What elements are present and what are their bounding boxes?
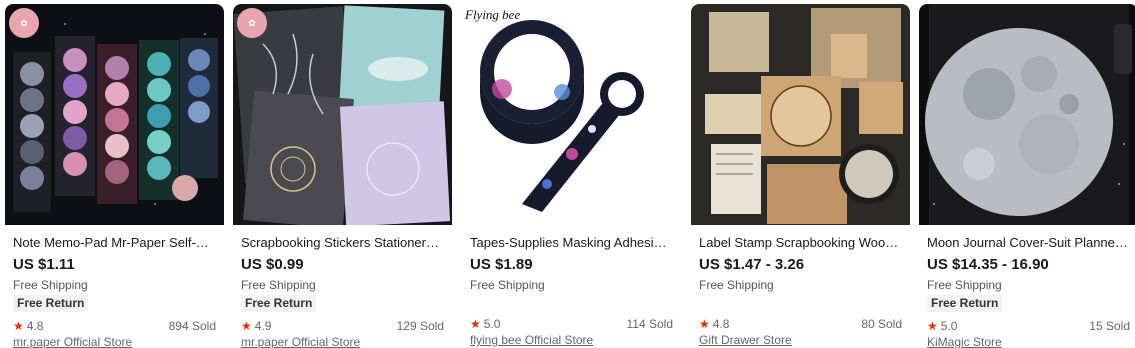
product-card[interactable]: Flying bee Tapes-Supplies Masking Adhesi… bbox=[462, 4, 681, 348]
shipping-info: Free Shipping bbox=[241, 278, 316, 292]
sold-count: 15 Sold bbox=[1089, 319, 1130, 333]
shipping-info: Free Shipping bbox=[927, 278, 1002, 292]
product-image[interactable]: ✿ bbox=[5, 4, 224, 225]
free-return-badge: Free Return bbox=[13, 295, 89, 312]
product-image[interactable]: ✿ bbox=[233, 4, 452, 225]
sold-count: 80 Sold bbox=[861, 317, 902, 331]
store-link[interactable]: mr.paper Official Store bbox=[13, 335, 216, 348]
store-badge-icon: ✿ bbox=[237, 8, 267, 38]
store-link[interactable]: flying bee Official Store bbox=[470, 333, 673, 347]
rating-value: 5.0 bbox=[940, 319, 958, 333]
shipping-info: Free Shipping bbox=[470, 278, 545, 292]
rating-value: 4.8 bbox=[712, 317, 730, 331]
rating-value: 4.8 bbox=[26, 319, 44, 333]
product-price: US $1.89 bbox=[470, 256, 533, 273]
rating: ★ 5.0 bbox=[470, 317, 500, 331]
shipping-info: Free Shipping bbox=[13, 278, 88, 292]
store-badge-icon: ✿ bbox=[9, 8, 39, 38]
rating: ★ 4.8 bbox=[699, 317, 729, 331]
product-card[interactable]: ✿ Note Memo-Pad Mr-Paper Self-Sticky Not… bbox=[5, 4, 224, 348]
product-card[interactable]: Label Stamp Scrapbooking Wooden... US $1… bbox=[691, 4, 910, 348]
product-title[interactable]: Note Memo-Pad Mr-Paper Self-Sticky Notes… bbox=[13, 235, 216, 251]
product-meta: ★ 5.0 114 Sold bbox=[470, 317, 673, 331]
product-title[interactable]: Label Stamp Scrapbooking Wooden... bbox=[699, 235, 902, 251]
rating: ★ 4.9 bbox=[241, 319, 271, 333]
star-icon: ★ bbox=[13, 319, 24, 333]
product-card[interactable]: Moon Journal Cover-Suit Planner-S... US … bbox=[919, 4, 1135, 348]
product-image[interactable]: Flying bee bbox=[462, 4, 681, 225]
rating-value: 4.9 bbox=[254, 319, 272, 333]
sold-count: 114 Sold bbox=[626, 317, 673, 331]
product-title[interactable]: Scrapbooking Stickers Stationery ... bbox=[241, 235, 444, 251]
product-image[interactable] bbox=[919, 4, 1135, 225]
product-title[interactable]: Moon Journal Cover-Suit Planner-S... bbox=[927, 235, 1130, 251]
star-icon: ★ bbox=[241, 319, 252, 333]
product-meta: ★ 4.8 80 Sold bbox=[699, 317, 902, 331]
product-row: ✿ Note Memo-Pad Mr-Paper Self-Sticky Not… bbox=[0, 0, 1135, 348]
product-price: US $1.11 bbox=[13, 256, 75, 273]
rating: ★ 4.8 bbox=[13, 319, 43, 333]
product-meta: ★ 5.0 15 Sold bbox=[927, 319, 1130, 333]
product-meta: ★ 4.9 129 Sold bbox=[241, 319, 444, 333]
free-return-badge: Free Return bbox=[927, 295, 1003, 312]
product-card[interactable]: ✿ Scrapbooking Stickers Stationery ... U… bbox=[233, 4, 452, 348]
rating-value: 5.0 bbox=[483, 317, 501, 331]
product-title[interactable]: Tapes-Supplies Masking Adhesive-... bbox=[470, 235, 673, 251]
star-icon: ★ bbox=[927, 319, 938, 333]
product-price: US $0.99 bbox=[241, 256, 304, 273]
star-icon: ★ bbox=[699, 317, 710, 331]
star-icon: ★ bbox=[470, 317, 481, 331]
image-brand-caption: Flying bee bbox=[465, 7, 521, 22]
store-link[interactable]: Gift Drawer Store bbox=[699, 333, 902, 347]
product-price: US $1.47 - 3.26 bbox=[699, 256, 805, 273]
store-link[interactable]: KiMagic Store bbox=[927, 335, 1130, 348]
product-price: US $14.35 - 16.90 bbox=[927, 256, 1049, 273]
sold-count: 894 Sold bbox=[168, 319, 216, 333]
free-return-badge: Free Return bbox=[241, 295, 317, 312]
store-link[interactable]: mr.paper Official Store bbox=[241, 335, 444, 348]
product-meta: ★ 4.8 894 Sold bbox=[13, 319, 216, 333]
product-image[interactable] bbox=[691, 4, 910, 225]
sold-count: 129 Sold bbox=[396, 319, 444, 333]
rating: ★ 5.0 bbox=[927, 319, 957, 333]
shipping-info: Free Shipping bbox=[699, 278, 774, 292]
